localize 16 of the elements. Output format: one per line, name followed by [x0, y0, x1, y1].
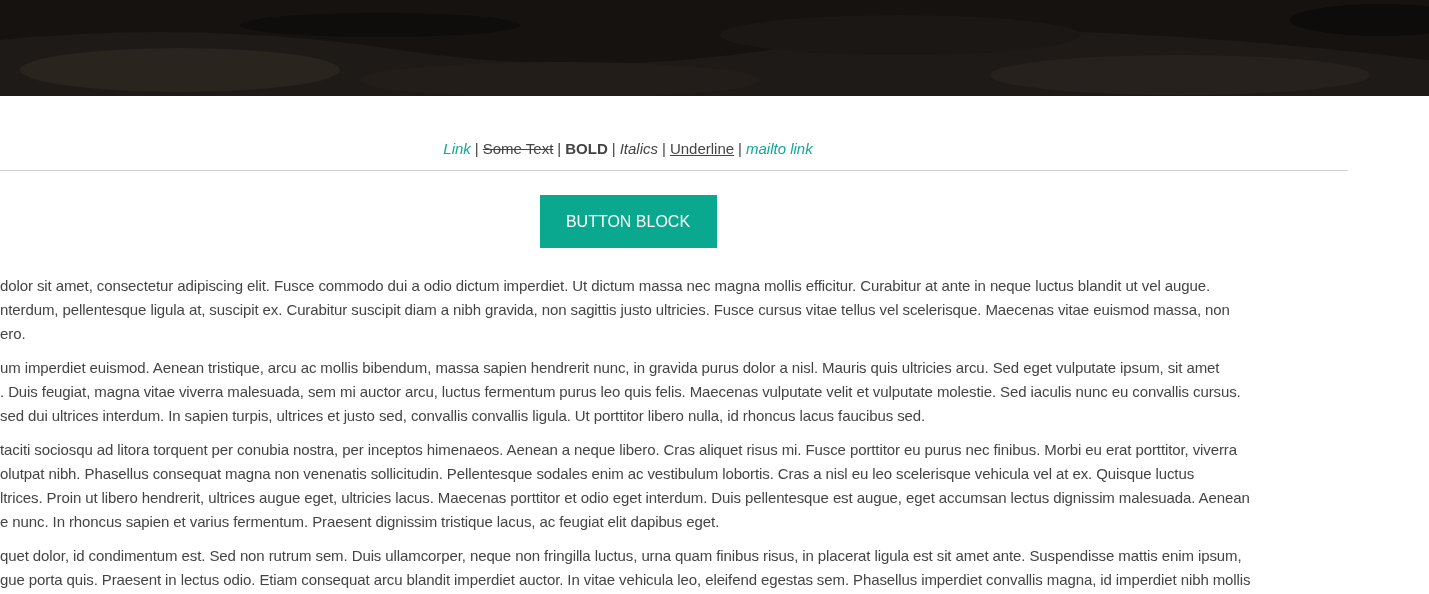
block-button[interactable]: BUTTON BLOCK — [539, 195, 717, 248]
separator: | — [557, 139, 562, 159]
paragraph: dolor sit amet, consectetur adipiscing elit. Fusce commodo dui a odio dictum imperdiet. Ut dictum massa nec magna mollis efficitur. Curabitur at ante in neque luctus blandit ut vel augue. nterdum, pellentesque ligula at, suscipit ex. Curabitur suscipit diam a nibh gravida, non sagittis justo ultricies. Fusce cursus vitae tellus vel scelerisque. Maecenas vitae euismod massa, non ero. — [0, 276, 1231, 344]
bold-text: BOLD — [565, 139, 608, 159]
underlined-text: Underline — [669, 139, 735, 159]
strikethrough-text: Some Text — [482, 139, 554, 159]
paragraph: taciti sociosqu ad litora torquent per conubia nostra, per inceptos himenaeos. Aenean a neque libero. Cras aliquet risus mi. Fusce porttitor eu purus nec finibus. Morbi eu erat porttitor, viverra olutpat nibh. Phasellus consequat magna non venenatis sollicitudin. Pellentesque sodales enim ac vestibulum lobortis. Cras a nisl eu leo scelerisque vehicula vel at ex. Quisque luctus ltrices. Proin ut libero hendrerit, ultrices augue eget, ultricies lacus. Maecenas porttitor et odio eget interdum. Duis pellentesque est augue, eget accumsan lectus dignissim malesuada. Aenean e nunc. In rhoncus sapien et varius fermentum. Praesent dignissim tristique lacus, ac feugiat elit dapibus eget. — [0, 440, 1251, 532]
separator: | — [662, 139, 666, 159]
link[interactable]: Link — [443, 134, 471, 164]
separator: | — [738, 139, 742, 159]
separator: | — [474, 139, 479, 159]
paragraph: quet dolor, id condimentum est. Sed non rutrum sem. Duis ullamcorper, neque non fringilla luctus, urna quam finibus risus, in placerat ligula est sit amet ante. Suspendisse mattis enim ipsum, gue porta quis. Praesent in lectus odio. Etiam consequat arcu blandit imperdiet auctor. In vitae vehicula leo, eleifend egestas sem. Phasellus imperdiet convallis magna, id imperdiet nibh mollis — [0, 546, 1252, 590]
italic-text: Italics — [619, 139, 658, 159]
separator: | — [611, 139, 616, 159]
link[interactable]: mailto link — [746, 134, 813, 164]
paragraph: um imperdiet euismod. Aenean tristique, arcu ac mollis bibendum, massa sapien hendrerit nunc, in gravida purus dolor a nisl. Mauris quis ultricies arcu. Sed eget vulputate ipsum, sit amet . Duis feugiat, magna vitae viverra malesuada, sem mi auctor arcu, luctus fermentum purus leo quis felis. Maecenas vulputate velit et vulputate molestie. Sed iaculis nunc eu convallis cursus. sed dui ultrices interdum. In sapien turpis, ultrices et justo sed, convallis convallis ligula. Ut porttitor libero nulla, id rhoncus lacus faucibus sed. — [0, 358, 1242, 426]
